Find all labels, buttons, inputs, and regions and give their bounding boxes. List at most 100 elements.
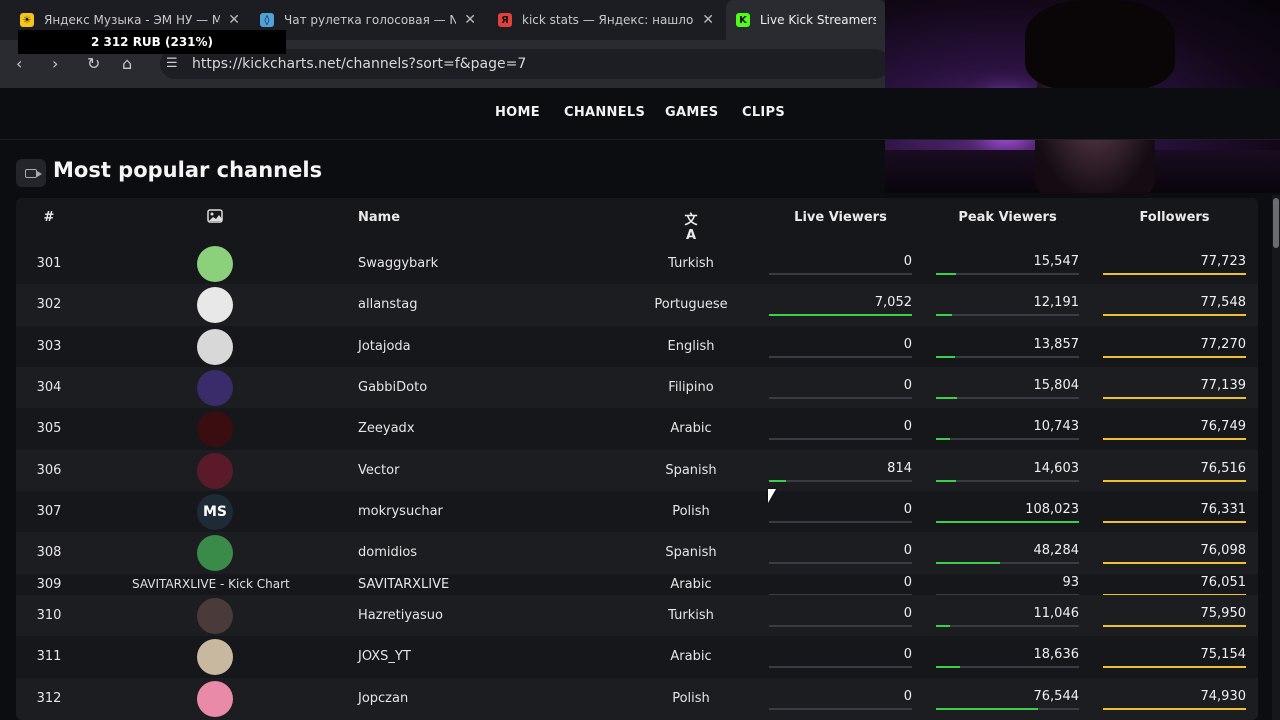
language-cell: English: [667, 338, 715, 354]
avatar[interactable]: [197, 452, 233, 489]
browser-tab[interactable]: K Live Kick Streamers Rigl: [726, 0, 886, 40]
site-settings-icon[interactable]: ☰: [166, 56, 178, 71]
followers-cell: 77,270: [1103, 337, 1246, 359]
followers-cell-value: 76,051: [1200, 574, 1247, 590]
followers-cell: 75,950: [1103, 606, 1246, 628]
col-header-name[interactable]: Name: [358, 210, 400, 225]
peak-viewers-cell-value: 108,023: [1025, 501, 1079, 517]
peak-viewers-cell-value: 10,743: [1033, 419, 1080, 434]
col-header-peak-viewers[interactable]: Peak Viewers: [936, 210, 1079, 225]
avatar[interactable]: [197, 681, 233, 717]
live-viewers-cell-bar-track: [769, 396, 912, 399]
language-cell: Spanish: [665, 545, 717, 560]
avatar[interactable]: [197, 287, 233, 323]
nav-channels[interactable]: CHANNELS: [564, 105, 645, 120]
channel-name-link[interactable]: JOXS_YT: [358, 649, 411, 664]
peak-viewers-cell-bar-track: [936, 479, 1079, 482]
avatar[interactable]: [197, 597, 233, 634]
live-viewers-cell-value: 0: [903, 501, 912, 517]
followers-cell-bar-fill: [1103, 479, 1246, 482]
avatar[interactable]: [197, 328, 233, 365]
image-icon: [205, 209, 225, 227]
rank-cell: 303: [36, 338, 62, 354]
channel-name-link[interactable]: Swaggybark: [358, 256, 438, 271]
rank-cell: 305: [36, 421, 62, 436]
peak-viewers-cell-bar-track: [936, 396, 1079, 399]
tab-close-icon[interactable]: ✕: [228, 12, 240, 28]
nav-home[interactable]: HOME: [495, 105, 540, 120]
channel-name-link[interactable]: Hazretiyasuo: [358, 608, 443, 623]
live-viewers-cell: 0: [769, 575, 912, 597]
reload-icon[interactable]: ↻: [87, 54, 100, 73]
forward-icon[interactable]: ›: [52, 54, 58, 73]
followers-cell-value: 76,516: [1200, 460, 1247, 476]
channel-name-link[interactable]: SAVITARXLIVE: [358, 577, 449, 592]
channel-name-link[interactable]: GabbiDoto: [358, 380, 427, 395]
tab-close-icon[interactable]: ✕: [702, 12, 714, 28]
peak-viewers-cell-bar-track: [936, 272, 1079, 275]
live-viewers-cell-bar-track: [769, 624, 912, 627]
channel-name-link[interactable]: mokrysuchar: [358, 504, 443, 519]
avatar[interactable]: [197, 245, 233, 282]
live-viewers-cell-bar-track: [769, 355, 912, 358]
peak-viewers-cell-bar-fill: [936, 272, 957, 275]
live-viewers-cell-value: 7,052: [874, 295, 912, 310]
followers-cell-bar-fill: [1103, 314, 1246, 316]
scrollbar-thumb[interactable]: [1273, 198, 1279, 248]
tab-favicon-icon: ☀: [20, 13, 34, 27]
live-viewers-cell: 0: [769, 647, 912, 669]
back-icon[interactable]: ‹: [16, 54, 22, 73]
scrollbar-track[interactable]: [1272, 195, 1280, 720]
tab-favicon-icon: K: [736, 13, 750, 27]
peak-viewers-cell-bar-fill: [936, 708, 1038, 710]
peak-viewers-cell: 15,804: [936, 378, 1079, 400]
live-viewers-cell-bar-track: [769, 272, 912, 275]
live-viewers-cell: 0: [769, 689, 912, 711]
mouse-cursor: [768, 489, 776, 503]
channel-name-link[interactable]: Jotajoda: [358, 339, 411, 354]
followers-cell-bar-fill: [1103, 438, 1246, 440]
peak-viewers-cell: 11,046: [936, 606, 1079, 628]
avatar[interactable]: MS: [197, 493, 233, 530]
followers-cell: 77,723: [1103, 254, 1246, 276]
tab-close-icon[interactable]: ✕: [464, 12, 476, 28]
followers-cell-value: 75,154: [1200, 647, 1247, 662]
peak-viewers-cell: 93: [936, 575, 1079, 597]
peak-viewers-cell: 14,603: [936, 461, 1079, 483]
peak-viewers-cell: 48,284: [936, 543, 1079, 565]
avatar[interactable]: [197, 411, 233, 447]
followers-cell: 76,098: [1103, 543, 1246, 565]
channel-name-link[interactable]: allanstag: [358, 297, 417, 312]
rank-cell: 307: [36, 503, 62, 519]
home-icon[interactable]: ⌂: [122, 54, 132, 73]
live-viewers-cell-value: 0: [903, 419, 912, 434]
peak-viewers-cell-value: 12,191: [1033, 295, 1080, 310]
peak-viewers-cell: 18,636: [936, 647, 1079, 669]
peak-viewers-cell-bar-track: [936, 355, 1079, 358]
language-cell: Turkish: [668, 607, 714, 623]
nav-clips[interactable]: CLIPS: [742, 105, 785, 120]
channel-name-link[interactable]: Vector: [358, 463, 399, 478]
followers-cell-value: 76,749: [1200, 419, 1247, 434]
page-title: Most popular channels: [53, 158, 323, 182]
channel-name-link[interactable]: Zeeyadx: [358, 421, 415, 436]
streamer-hair: [1025, 0, 1175, 90]
avatar[interactable]: [197, 369, 233, 406]
nav-games[interactable]: GAMES: [665, 105, 718, 120]
live-viewers-cell-bar-track: [769, 666, 912, 668]
avatar[interactable]: [197, 535, 233, 571]
live-viewers-cell: 0: [769, 502, 912, 524]
channel-name-link[interactable]: domidios: [358, 545, 417, 560]
col-header-live-viewers[interactable]: Live Viewers: [768, 210, 913, 225]
channel-name-link[interactable]: Jopczan: [358, 691, 408, 706]
peak-viewers-cell-bar-fill: [936, 624, 951, 627]
browser-tab[interactable]: Яkick stats — Яндекс: нашлось 6 ✕: [488, 0, 724, 40]
col-header-followers[interactable]: Followers: [1103, 210, 1246, 225]
peak-viewers-cell-value: 48,284: [1033, 543, 1080, 558]
avatar[interactable]: [197, 639, 233, 675]
live-viewers-cell-value: 0: [903, 253, 912, 269]
language-cell: Polish: [672, 691, 710, 706]
followers-cell-bar-fill: [1103, 708, 1246, 710]
tab-title: Live Kick Streamers Rigl: [760, 13, 876, 27]
live-viewers-cell: 0: [769, 419, 912, 441]
